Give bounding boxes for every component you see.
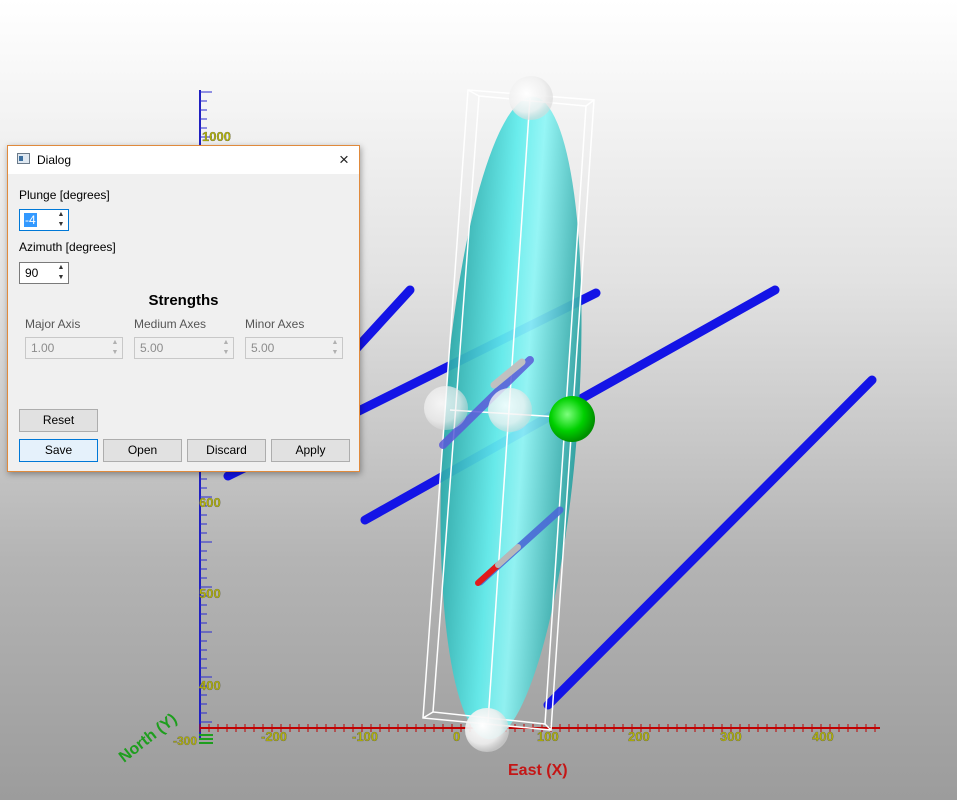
- major-axis-spinbox[interactable]: 1.00 ▲ ▼: [25, 337, 123, 359]
- dialog-title: Dialog: [37, 153, 72, 167]
- x-tick-label: 400: [812, 729, 834, 744]
- x-tick-label: 0: [453, 729, 460, 744]
- x-tick-label: 300: [720, 729, 742, 744]
- spin-down-icon: ▼: [111, 349, 119, 356]
- spin-up-icon: ▲: [111, 339, 119, 346]
- app-icon: [17, 153, 30, 164]
- apply-button[interactable]: Apply: [271, 439, 350, 462]
- spin-down-icon: ▼: [222, 349, 230, 356]
- y-tick-label: 600: [199, 495, 221, 510]
- discard-button[interactable]: Discard: [187, 439, 266, 462]
- dialog-titlebar[interactable]: Dialog ×: [8, 146, 359, 174]
- ellipsoid-left-handle[interactable]: [424, 386, 468, 430]
- y-tick-label: 400: [199, 678, 221, 693]
- close-icon[interactable]: ×: [329, 146, 359, 174]
- minor-axes-value: 5.00: [251, 341, 275, 355]
- drillhole-trace: [543, 375, 877, 710]
- minor-axes-label: Minor Axes: [245, 317, 305, 331]
- x-tick-label: -200: [261, 729, 287, 744]
- spin-down-icon: ▼: [331, 349, 339, 356]
- y-tick-label: 1000: [202, 129, 231, 144]
- ellipsoid-top-handle[interactable]: [509, 76, 553, 120]
- ellipsoid-bottom-handle[interactable]: [465, 708, 509, 752]
- spin-up-icon[interactable]: ▲: [54, 210, 68, 220]
- major-axis-value: 1.00: [31, 341, 55, 355]
- azimuth-value[interactable]: 90: [25, 266, 38, 280]
- azimuth-label: Azimuth [degrees]: [19, 240, 116, 254]
- minor-axes-spinbox[interactable]: 5.00 ▲ ▼: [245, 337, 343, 359]
- x-tick-label: 100: [537, 729, 559, 744]
- y-axis-title: North (Y): [116, 711, 180, 767]
- dialog-window: Dialog × Plunge [degrees] -4 ▲ ▼ Azimuth …: [7, 145, 360, 472]
- axis-origin-marker: [199, 734, 213, 744]
- x-tick-label: -100: [352, 729, 378, 744]
- spin-up-icon: ▲: [222, 339, 230, 346]
- drillhole-trace: [350, 285, 415, 355]
- y-tick-label: 500: [199, 586, 221, 601]
- spin-down-icon[interactable]: ▼: [54, 220, 68, 230]
- x-tick-label: 200: [628, 729, 650, 744]
- ellipsoid-right-handle[interactable]: [549, 396, 595, 442]
- plunge-label: Plunge [degrees]: [19, 188, 110, 202]
- x-axis-title: East (X): [508, 762, 568, 779]
- major-axis-label: Major Axis: [25, 317, 81, 331]
- spin-up-icon: ▲: [331, 339, 339, 346]
- x-tick-label: -300: [173, 734, 197, 748]
- spin-down-icon[interactable]: ▼: [54, 273, 68, 283]
- plunge-value[interactable]: -4: [24, 213, 37, 227]
- spin-up-icon[interactable]: ▲: [54, 263, 68, 273]
- medium-axes-label: Medium Axes: [134, 317, 207, 331]
- open-button[interactable]: Open: [103, 439, 182, 462]
- plunge-spinbox[interactable]: -4 ▲ ▼: [19, 209, 69, 231]
- save-button[interactable]: Save: [19, 439, 98, 462]
- reset-button[interactable]: Reset: [19, 409, 98, 432]
- medium-axes-spinbox[interactable]: 5.00 ▲ ▼: [134, 337, 234, 359]
- ellipsoid-center-handle[interactable]: [488, 388, 532, 432]
- strengths-heading: Strengths: [148, 292, 219, 309]
- azimuth-spinbox[interactable]: 90 ▲ ▼: [19, 262, 69, 284]
- medium-axes-value: 5.00: [140, 341, 164, 355]
